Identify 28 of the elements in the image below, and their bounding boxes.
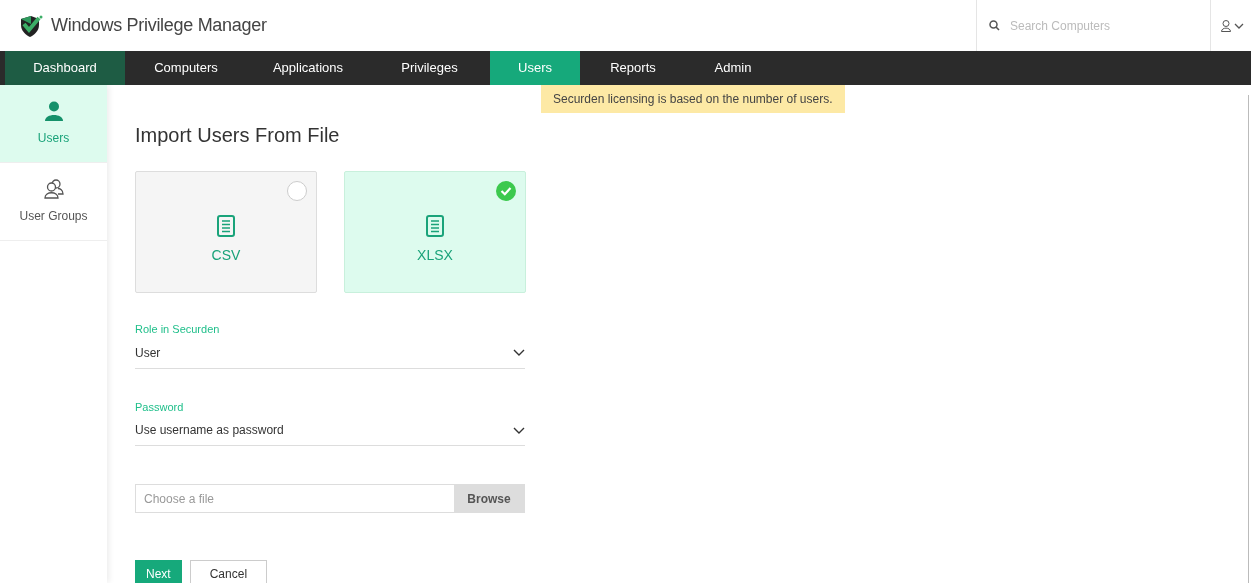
field-label: Password [135,399,185,415]
document-icon [426,214,444,237]
search-icon [989,20,1000,31]
info-tooltip: Securden licensing is based on the number of users. [541,85,845,113]
nav-tab[interactable]: Applications [247,51,369,85]
chevron-down-icon [513,349,525,356]
browse-button[interactable]: Browse [454,485,524,512]
user-icon [44,100,63,121]
nav-tab[interactable]: Reports [580,51,686,85]
nav-tab[interactable]: Privileges [369,51,490,85]
shield-check-logo [19,14,43,37]
page-title: Import Users From File [135,123,341,147]
sidebar-item[interactable]: User Groups [0,163,107,241]
select-field[interactable]: User [135,343,525,369]
field-label: Role in Securden [135,322,221,337]
chevron-down-icon [513,426,525,434]
nav-tab[interactable]: Dashboard [5,51,125,85]
users-icon [43,178,64,199]
check-circle-icon [496,181,516,201]
nav-tab[interactable]: Computers [125,51,247,85]
app-title: Windows Privilege Manager [51,14,267,37]
cancel-button[interactable]: Cancel [189,560,268,583]
user-menu-icon[interactable] [1221,19,1245,32]
nav-tab[interactable]: Admin [686,51,780,85]
document-icon [217,214,235,237]
select-field[interactable]: Use username as password [135,421,525,446]
radio-circle[interactable] [287,181,307,201]
file-field[interactable]: Choose a file Browse [135,484,525,513]
